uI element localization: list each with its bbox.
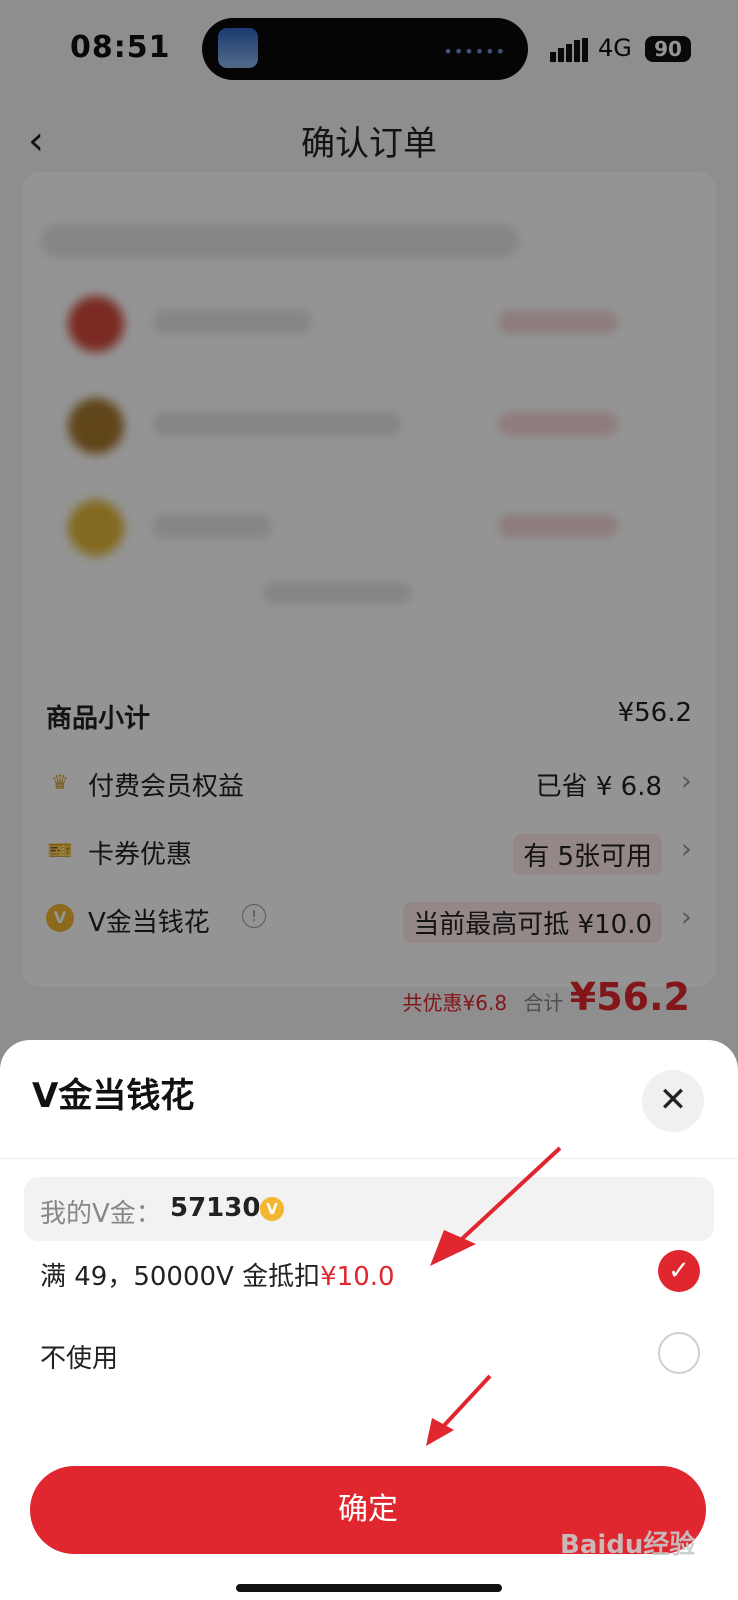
sheet-title: V金当钱花 (32, 1076, 195, 1116)
balance-value: 57130 (170, 1193, 261, 1223)
option-use-text: 满 49，50000V 金抵扣¥10.0 (40, 1262, 395, 1292)
option-use-amount: ¥10.0 (320, 1262, 395, 1292)
option-use-vgold[interactable]: 满 49，50000V 金抵扣¥10.0 ✓ (40, 1242, 700, 1302)
divider (0, 1158, 738, 1159)
vgold-coin-icon: V (260, 1197, 284, 1221)
annotation-arrow-icon (430, 1146, 562, 1266)
annotation-arrow-icon (426, 1374, 492, 1446)
option-no-use[interactable]: 不使用 (40, 1324, 700, 1384)
vgold-balance: 我的V金： 57130 V (24, 1177, 714, 1241)
balance-label: 我的V金： (40, 1199, 162, 1229)
close-icon[interactable]: ✕ (642, 1070, 704, 1132)
check-icon[interactable]: ✓ (658, 1250, 700, 1292)
radio-empty-icon[interactable] (658, 1332, 700, 1374)
option-no-use-text: 不使用 (40, 1344, 119, 1374)
home-indicator (236, 1584, 502, 1592)
watermark: Baidu经验 (560, 1530, 696, 1560)
